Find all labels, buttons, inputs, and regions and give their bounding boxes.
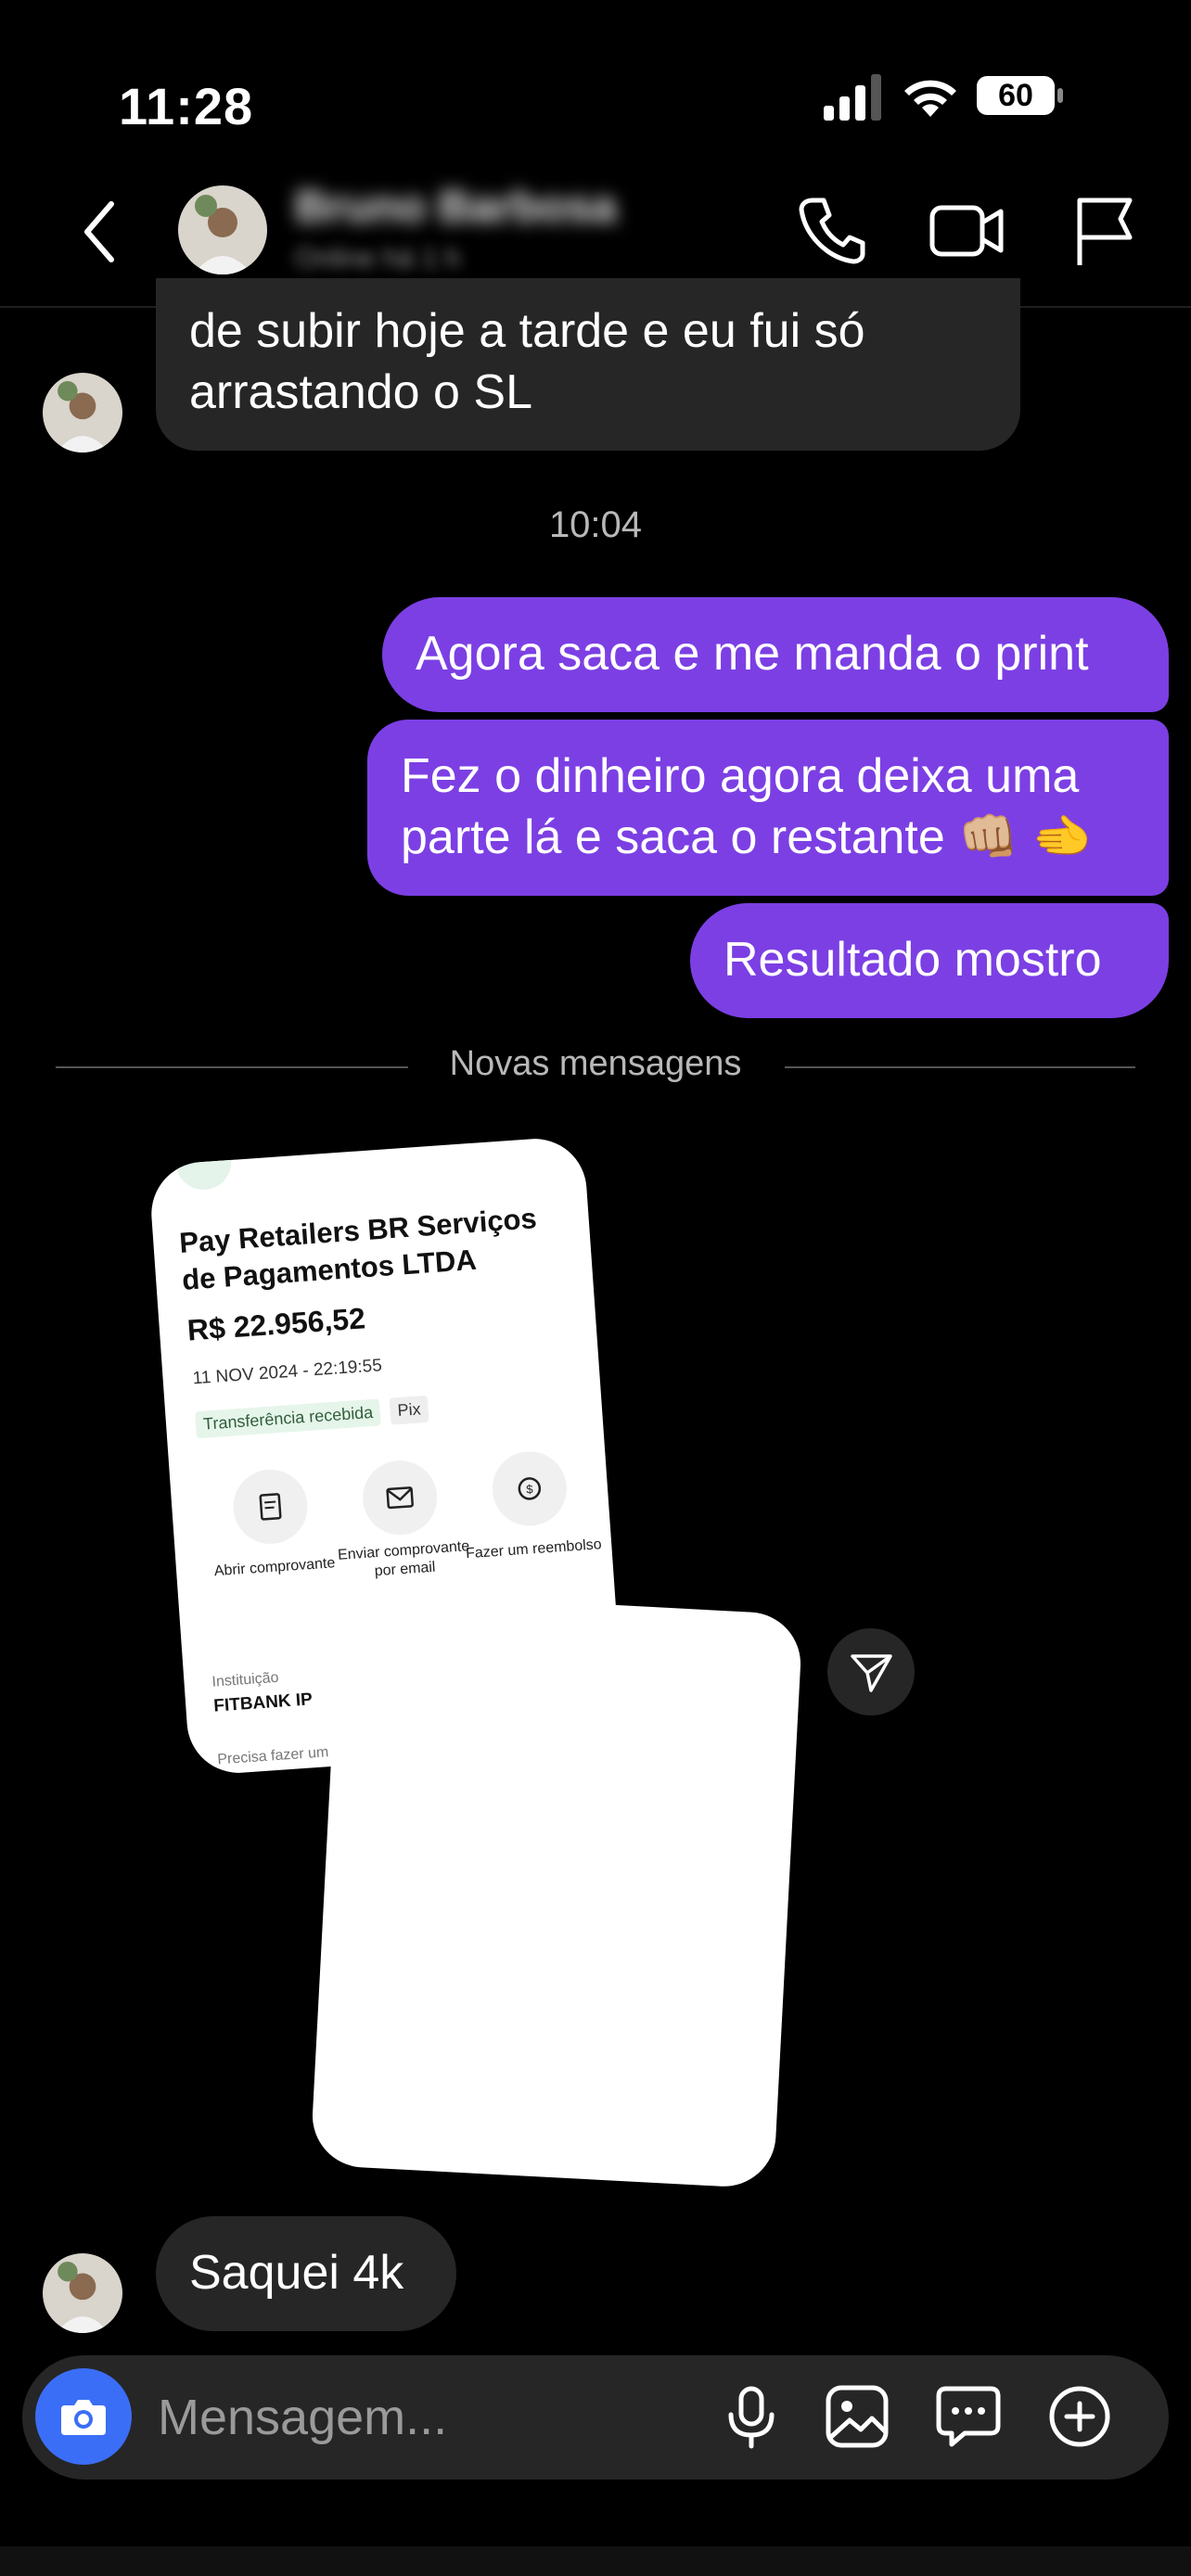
video-camera-icon[interactable]	[928, 191, 1005, 269]
contact-status: Online há 1 h	[295, 243, 461, 274]
receipt-help-text: Precisa fazer um re	[216, 1742, 347, 1768]
receipt-type-tag: Transferência recebida	[195, 1398, 382, 1439]
microphone-icon[interactable]	[716, 2381, 787, 2452]
flag-icon[interactable]	[1065, 191, 1143, 269]
outgoing-message-bubble[interactable]: Fez o dinheiro agora deixa uma parte lá …	[367, 720, 1169, 896]
receipt-method-tag: Pix	[389, 1395, 429, 1425]
receipt-action-label: Abrir comprovante	[213, 1555, 336, 1580]
battery-level: 60	[998, 78, 1033, 113]
share-button[interactable]	[827, 1628, 915, 1715]
mail-icon	[360, 1458, 440, 1537]
phone-icon[interactable]	[792, 191, 870, 269]
camera-icon	[61, 2400, 106, 2435]
gallery-icon[interactable]	[822, 2381, 892, 2452]
receipt-action-label: Fazer um reembolso	[465, 1537, 603, 1562]
sender-avatar[interactable]	[43, 373, 122, 453]
message-text: de subir hoje a tarde e eu fui só arrast…	[189, 304, 865, 419]
svg-text:$: $	[526, 1482, 534, 1497]
camera-button[interactable]	[35, 2368, 132, 2465]
receipt-status-dot	[173, 1135, 234, 1192]
institution-label: Instituição	[211, 1669, 280, 1690]
contact-name[interactable]: Bruno Barbosa	[295, 182, 694, 234]
receipt-amount: R$ 22.956,52	[186, 1301, 366, 1347]
paper-plane-icon	[851, 1654, 892, 1692]
refund-icon: $	[490, 1448, 570, 1529]
sticker-icon[interactable]	[933, 2381, 1004, 2452]
message-timestamp: 10:04	[548, 504, 643, 545]
document-icon	[230, 1467, 311, 1547]
contact-avatar[interactable]	[178, 185, 267, 274]
sender-avatar[interactable]	[43, 2253, 122, 2333]
message-text: Agora saca e me manda o print	[416, 627, 1089, 681]
wifi-icon	[904, 80, 956, 117]
separator-line	[785, 1066, 1135, 1068]
battery-icon: 60	[976, 74, 1065, 117]
new-messages-label: Novas mensagens	[449, 1044, 742, 1083]
home-indicator-area	[0, 2546, 1191, 2576]
receipt-action-label: Enviar comprovante por email	[337, 1538, 470, 1580]
outgoing-message-bubble[interactable]: Resultado mostro	[690, 903, 1169, 1018]
institution-value: FITBANK IP	[212, 1690, 314, 1716]
incoming-message-bubble[interactable]: Saquei 4k	[156, 2216, 456, 2331]
media-placeholder-card[interactable]	[310, 1590, 803, 2189]
receipt-merchant: Pay Retailers BR Serviços de Pagamentos …	[178, 1202, 538, 1296]
message-input[interactable]	[156, 2379, 679, 2455]
message-text-line: parte lá e saca o restante 👊🏼 🫲	[401, 810, 1093, 864]
message-text-line: Fez o dinheiro agora deixa uma	[401, 749, 1080, 803]
receipt-datetime: 11 NOV 2024 - 22:19:55	[191, 1356, 383, 1389]
outgoing-message-bubble[interactable]: Agora saca e me manda o print	[382, 597, 1169, 712]
incoming-message-bubble[interactable]: de subir hoje a tarde e eu fui só arrast…	[156, 278, 1020, 451]
plus-icon[interactable]	[1044, 2381, 1115, 2452]
cellular-signal-icon	[824, 74, 881, 121]
message-text: Resultado mostro	[724, 933, 1102, 987]
back-icon[interactable]	[76, 195, 122, 269]
status-time: 11:28	[119, 77, 254, 135]
message-text: Saquei 4k	[189, 2246, 404, 2300]
